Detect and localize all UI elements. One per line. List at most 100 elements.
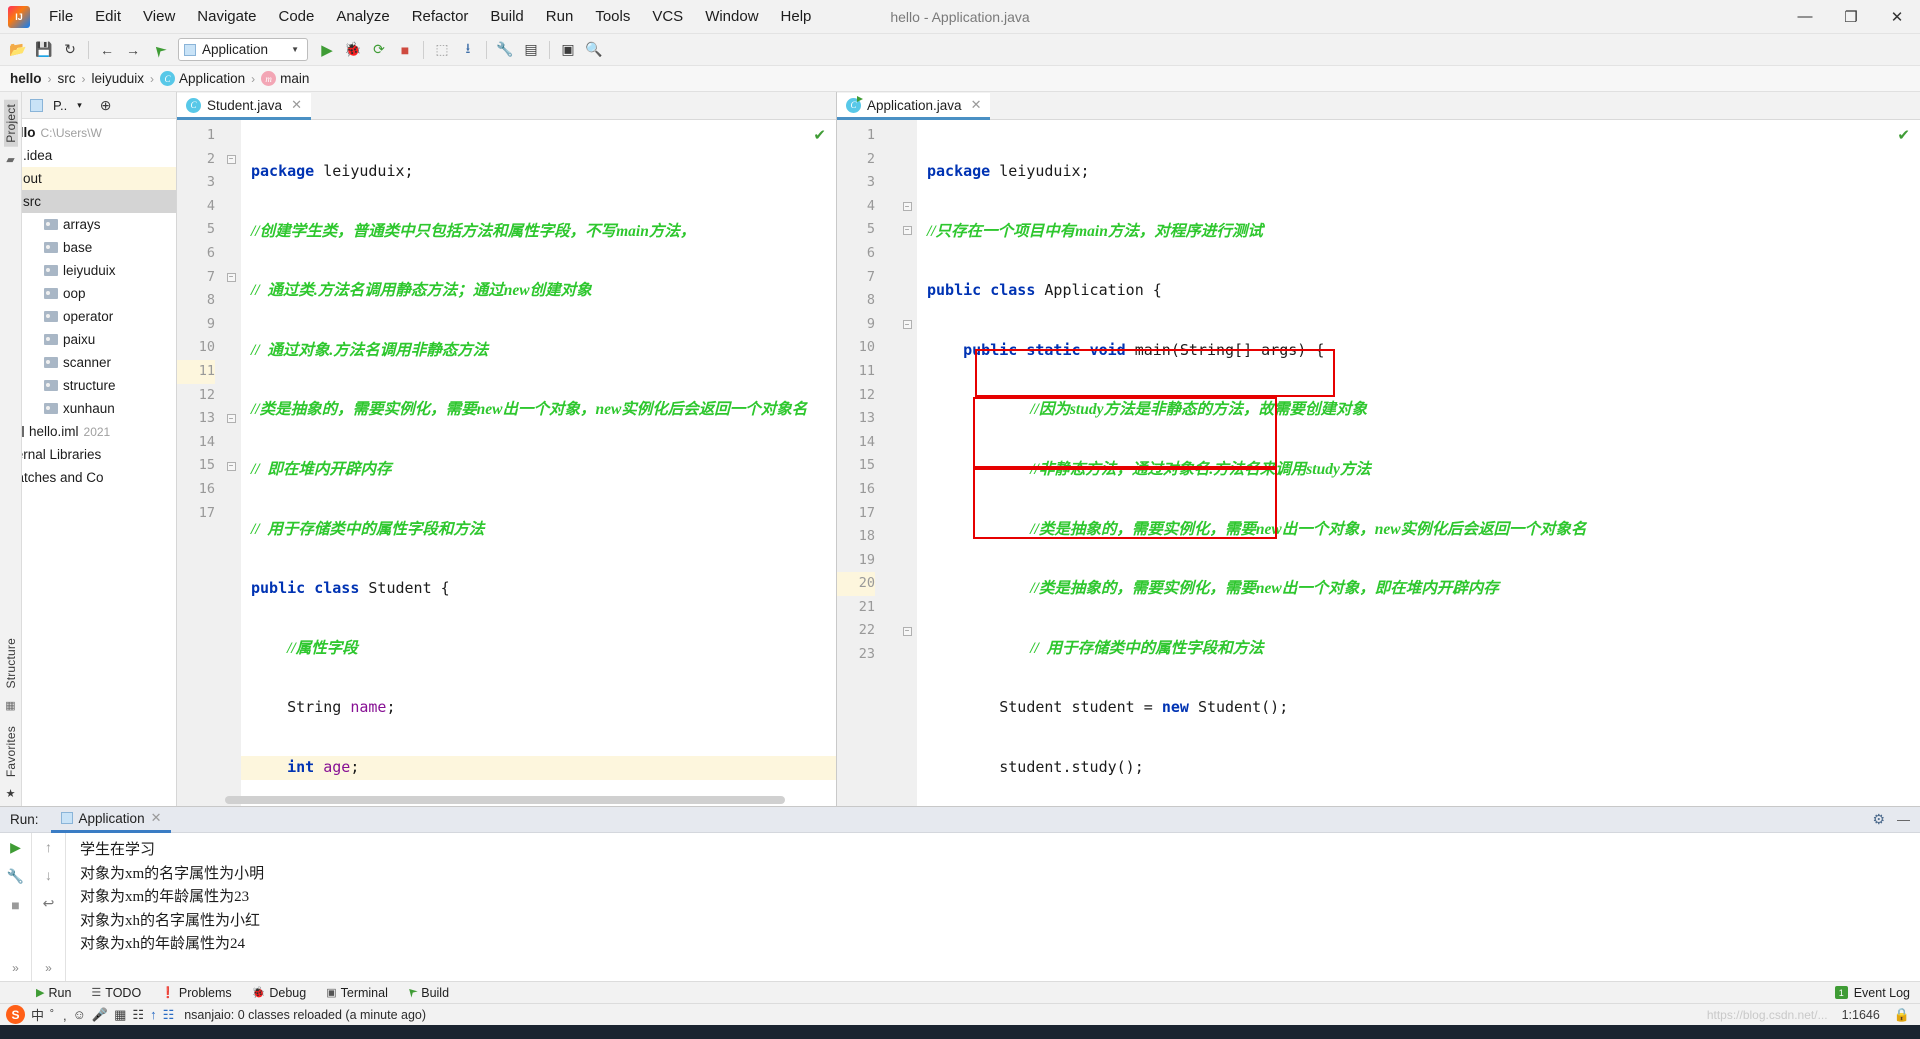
run-gutter-right[interactable] <box>881 120 897 806</box>
tool-window-terminal[interactable]: ▣ Terminal <box>316 982 398 1004</box>
fold-marker[interactable]: − <box>221 407 241 431</box>
tree-item-hello[interactable]: hello C:\Users\W <box>22 121 176 144</box>
stop-button[interactable]: ■ <box>393 38 417 62</box>
fold-gutter-left[interactable]: − − − − <box>221 120 241 806</box>
minimize-icon[interactable]: — <box>1897 812 1910 827</box>
tool-window-build[interactable]: ⮝ Build <box>398 982 459 1004</box>
wrench-icon[interactable]: 🔧 <box>7 868 24 885</box>
run-method-icon[interactable] <box>881 195 897 219</box>
caret-position[interactable]: 1:1646 <box>1842 1008 1880 1022</box>
code-area-left[interactable]: 1 2 3 4 5 6 7 8 9 10 11 12 13 14 15 16 1… <box>177 120 836 806</box>
tool-window-todo[interactable]: ☰ TODO <box>81 982 151 1004</box>
menu-help[interactable]: Help <box>770 4 823 29</box>
menu-file[interactable]: File <box>38 4 84 29</box>
close-icon[interactable]: ✕ <box>151 810 162 826</box>
maximize-button[interactable]: ❐ <box>1828 0 1874 34</box>
save-all-icon[interactable]: 💾 <box>32 38 56 62</box>
tree-item-out[interactable]: out <box>22 167 176 190</box>
code-text-left[interactable]: package leiyuduix; //创建学生类，普通类中只包括方法和属性字… <box>241 120 836 806</box>
ime-upload-icon[interactable]: ↑ <box>150 1007 157 1022</box>
console-output[interactable]: 学生在学习 对象为xm的名字属性为小明 对象为xm的年龄属性为23 对象为xh的… <box>66 833 1920 981</box>
menu-tools[interactable]: Tools <box>584 4 641 29</box>
tool-button-favorites[interactable]: Favorites <box>4 722 18 781</box>
ime-keyboard-icon[interactable]: ▦ <box>114 1007 126 1023</box>
scroll-down-icon[interactable]: ↓ <box>45 867 52 883</box>
chevron-down-icon[interactable]: ▾ <box>77 100 82 111</box>
scroll-up-icon[interactable]: ↑ <box>45 839 52 855</box>
tool-button-structure[interactable]: Structure <box>4 634 18 693</box>
project-tree[interactable]: hello C:\Users\W .idea out src arr <box>22 119 176 806</box>
breadcrumb-item-leiyuduix[interactable]: leiyuduix <box>92 71 145 86</box>
fold-marker[interactable]: − <box>897 218 917 242</box>
breadcrumb-item-application[interactable]: C Application <box>160 71 245 86</box>
settings-icon[interactable]: 🔧 <box>493 38 517 62</box>
close-icon[interactable]: ✕ <box>291 97 302 113</box>
breadcrumb-item-src[interactable]: src <box>58 71 76 86</box>
gear-icon[interactable]: ⚙ <box>1872 811 1885 828</box>
menu-window[interactable]: Window <box>694 4 769 29</box>
run-button[interactable]: ▶ <box>315 38 339 62</box>
tool-button-project[interactable]: Project <box>3 100 18 147</box>
tree-item-xunhaun[interactable]: xunhaun <box>22 397 176 420</box>
tree-item-leiyuduix[interactable]: leiyuduix <box>22 259 176 282</box>
tree-item-idea[interactable]: .idea <box>22 144 176 167</box>
breadcrumb-item-hello[interactable]: hello <box>10 71 42 86</box>
build-project-icon[interactable]: ⮝ <box>142 33 176 67</box>
fold-marker[interactable]: − <box>221 454 241 478</box>
debug-button[interactable]: 🐞 <box>341 38 365 62</box>
fold-marker[interactable]: − <box>897 313 917 337</box>
ime-voice-icon[interactable]: 🎤 <box>92 1007 108 1023</box>
close-icon[interactable]: ✕ <box>971 97 982 113</box>
event-log-label[interactable]: Event Log <box>1854 986 1910 1000</box>
more-actions-icon[interactable]: » <box>45 961 52 975</box>
run-with-coverage-button[interactable]: ⟳ <box>367 38 391 62</box>
ime-emoji-icon[interactable]: ☺ <box>73 1007 86 1022</box>
fold-marker[interactable]: − <box>221 266 241 290</box>
tree-item-operator[interactable]: operator <box>22 305 176 328</box>
run-tab-application[interactable]: Application ✕ <box>50 807 172 833</box>
menu-code[interactable]: Code <box>267 4 325 29</box>
code-text-right[interactable]: package leiyuduix; //只存在一个项目中有main方法，对程序… <box>917 120 1920 806</box>
tab-application-java[interactable]: C Application.java ✕ <box>837 93 991 120</box>
back-icon[interactable]: ← <box>95 38 119 62</box>
breadcrumb-item-main[interactable]: m main <box>261 71 309 86</box>
ime-apps-icon[interactable]: ☷ <box>163 1007 175 1023</box>
menu-view[interactable]: View <box>132 4 186 29</box>
project-view-label[interactable]: P.. <box>53 98 67 113</box>
open-project-icon[interactable]: 📂 <box>6 38 30 62</box>
project-structure-icon[interactable]: ▤ <box>519 38 543 62</box>
close-button[interactable]: ✕ <box>1874 0 1920 34</box>
menu-vcs[interactable]: VCS <box>641 4 694 29</box>
tree-item-base[interactable]: base <box>22 236 176 259</box>
minimize-button[interactable]: — <box>1782 0 1828 34</box>
run-configuration-selector[interactable]: Application ▼ <box>178 38 308 61</box>
menu-analyze[interactable]: Analyze <box>325 4 400 29</box>
fold-marker[interactable]: − <box>897 619 917 643</box>
tree-item-paixu[interactable]: paixu <box>22 328 176 351</box>
tree-item-external-libraries[interactable]: ternal Libraries <box>22 443 176 466</box>
tree-item-hello-iml[interactable]: hello.iml 2021 <box>22 420 176 443</box>
search-everywhere-icon[interactable]: 🔍 <box>582 38 606 62</box>
tree-item-structure[interactable]: structure <box>22 374 176 397</box>
fold-gutter-right[interactable]: − − − − <box>897 120 917 806</box>
locate-file-icon[interactable]: ⊕ <box>100 97 112 114</box>
tree-item-oop[interactable]: oop <box>22 282 176 305</box>
horizontal-scrollbar-left[interactable] <box>225 796 785 804</box>
tree-item-arrays[interactable]: arrays <box>22 213 176 236</box>
tree-item-src[interactable]: src <box>22 190 176 213</box>
tree-item-scanner[interactable]: scanner <box>22 351 176 374</box>
fold-marker[interactable]: − <box>897 195 917 219</box>
ime-chinese-icon[interactable]: 中 <box>31 1005 44 1024</box>
ime-toolbox-icon[interactable]: ☷ <box>132 1007 144 1023</box>
fold-marker[interactable]: − <box>221 148 241 172</box>
soft-wrap-icon[interactable]: ↩ <box>43 895 55 912</box>
tree-item-scratches[interactable]: ratches and Co <box>22 466 176 489</box>
menu-build[interactable]: Build <box>479 4 534 29</box>
more-actions-icon[interactable]: » <box>12 961 19 975</box>
tool-window-debug[interactable]: 🐞 Debug <box>242 982 317 1004</box>
menu-navigate[interactable]: Navigate <box>186 4 267 29</box>
menu-refactor[interactable]: Refactor <box>401 4 480 29</box>
profiler-icon[interactable]: ⬚ <box>430 38 454 62</box>
menu-edit[interactable]: Edit <box>84 4 132 29</box>
update-project-icon[interactable]: ⭳ <box>456 38 480 62</box>
